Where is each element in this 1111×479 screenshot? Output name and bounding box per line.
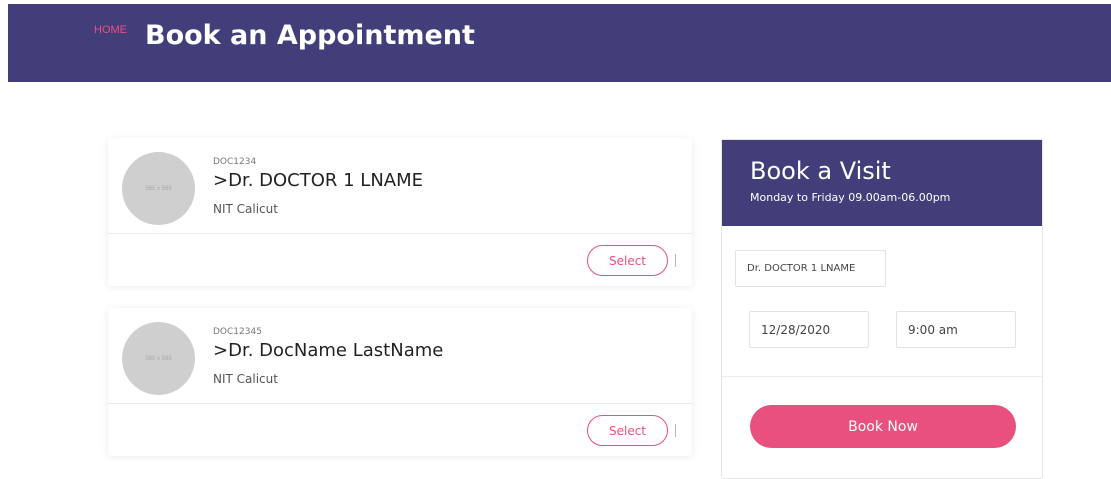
breadcrumb-home-link[interactable]: HOME [94,24,127,36]
doctor-card-info: 565 x 565 DOC1234 >Dr. DOCTOR 1 LNAME NI… [108,138,692,234]
doctor-name: >Dr. DOCTOR 1 LNAME [213,170,424,191]
doctor-card: 565 x 565 DOC12345 >Dr. DocName LastName… [108,308,692,456]
page-title: Book an Appointment [145,20,475,51]
doctor-card-info: 565 x 565 DOC12345 >Dr. DocName LastName… [108,308,692,404]
panel-divider [722,376,1042,377]
avatar: 565 x 565 [122,322,195,395]
date-field[interactable] [749,311,869,348]
doctor-code: DOC1234 [213,157,257,167]
doctor-card: 565 x 565 DOC1234 >Dr. DOCTOR 1 LNAME NI… [108,138,692,286]
avatar: 565 x 565 [122,152,195,225]
avatar-placeholder-text: 565 x 565 [145,355,172,362]
book-visit-panel: Book a Visit Monday to Friday 09.00am-06… [721,139,1043,479]
office-hours: Monday to Friday 09.00am-06.00pm [750,191,951,204]
page-header: HOME Book an Appointment [8,4,1111,82]
doctor-institution: NIT Calicut [213,202,278,216]
book-visit-header: Book a Visit Monday to Friday 09.00am-06… [722,140,1042,226]
time-field[interactable] [896,311,1016,348]
avatar-placeholder-text: 565 x 565 [145,185,172,192]
selected-doctor-field[interactable] [735,250,886,287]
select-doctor-button[interactable]: Select [587,415,668,446]
book-visit-title: Book a Visit [750,157,891,185]
card-separator [675,254,676,267]
doctor-code: DOC12345 [213,327,262,337]
select-doctor-button[interactable]: Select [587,245,668,276]
card-separator [675,424,676,437]
book-now-button[interactable]: Book Now [750,405,1016,448]
doctor-institution: NIT Calicut [213,372,278,386]
doctor-name: >Dr. DocName LastName [213,340,444,361]
